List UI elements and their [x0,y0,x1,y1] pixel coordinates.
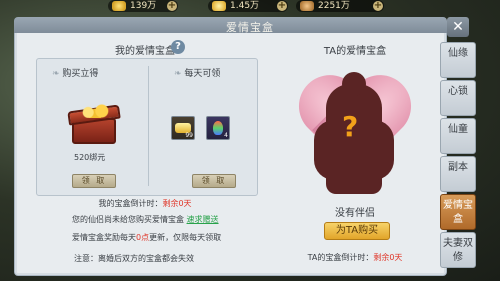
tab-fuben[interactable]: 副本 [440,156,476,192]
claim-buy-reward-button[interactable]: 领 取 [72,174,116,188]
my-box-countdown: 我的宝盒倒计时：剩余0天 [98,199,192,208]
partner-box-countdown: TA的宝盒倒计时：剩余0天 [307,253,403,262]
treasure-chest-icon [67,104,121,148]
my-love-box-title: 我的爱情宝盒 [115,46,175,57]
gold-ingot-item-icon[interactable]: 99 [171,116,195,140]
partner-not-bought-notice: 您的仙侣尚未给您购买爱情宝盒 速求赠送 [72,215,219,224]
gold-currency: 139万 + [108,0,178,12]
add-bag-button[interactable]: + [373,1,383,11]
my-love-box-section: 我的爱情宝盒 ? ❧ 购买立得 ❧ 每天可领 520绑元 99 4 领 取 领 … [26,36,264,268]
column-divider [148,66,149,186]
tab-couple-cultivation[interactable]: 夫妻双修 [440,232,476,268]
gold-coin-icon [112,1,126,11]
ingot-amount: 1.45万 [230,1,260,11]
item-count: 4 [224,132,228,139]
add-gold-button[interactable]: + [167,1,177,11]
gold-amount: 139万 [130,1,157,11]
unknown-partner-icon: ? [342,110,359,143]
close-button[interactable]: ✕ [447,17,469,37]
panel-title: 爱情宝盒 [226,21,274,34]
claim-daily-reward-button[interactable]: 领 取 [192,174,236,188]
buy-instant-title: ❧ 购买立得 [52,69,99,79]
request-gift-link[interactable]: 速求赠送 [187,215,219,224]
daily-claim-title: ❧ 每天可领 [174,69,221,79]
help-icon[interactable]: ? [171,40,185,54]
bag-currency: 2251万 + [296,0,384,12]
money-bag-icon [300,1,314,11]
no-partner-label: 没有伴侣 [335,208,375,219]
bag-amount: 2251万 [318,1,350,11]
add-ingot-button[interactable]: + [277,1,287,11]
partner-love-box-section: TA的爱情宝盒 ? 没有伴侣 为TA购买 TA的宝盒倒计时：剩余0天 [266,36,444,268]
tab-xiantong[interactable]: 仙童 [440,118,476,154]
currency-bar: 139万 + 1.45万 + 2251万 + [100,0,500,12]
item-count: 99 [185,132,193,139]
daily-update-notice: 爱情宝盒奖励每天0点更新，仅限每天领取 [72,233,222,242]
tab-love-box[interactable]: 爱情宝盒 [440,194,476,230]
ingot-icon [212,1,226,11]
divorce-warning: 注意：离婚后双方的宝盒都会失效 [74,254,194,263]
ingot-currency: 1.45万 + [208,0,288,12]
tab-xinsuo[interactable]: 心锁 [440,80,476,116]
chest-price: 520绑元 [74,153,106,162]
partner-love-box-title: TA的爱情宝盒 [323,46,387,57]
tab-xianyuan[interactable]: 仙缘 [440,42,476,78]
buy-for-partner-button[interactable]: 为TA购买 [324,222,390,240]
crystal-item-icon[interactable]: 4 [206,116,230,140]
